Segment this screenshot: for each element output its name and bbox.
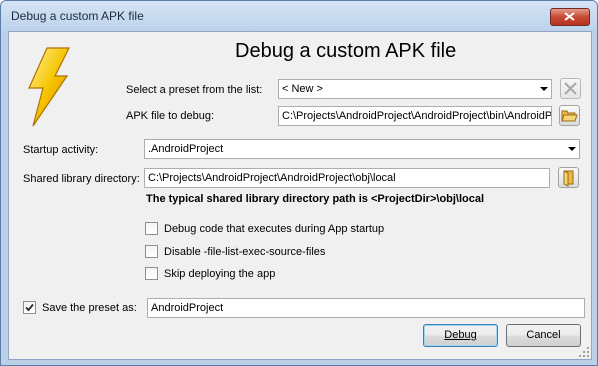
startup-activity-label: Startup activity: bbox=[23, 144, 99, 156]
save-preset-checkbox[interactable] bbox=[23, 301, 36, 314]
resize-grip-icon[interactable] bbox=[579, 347, 589, 357]
debug-startup-label: Debug code that executes during App star… bbox=[164, 223, 385, 235]
close-icon bbox=[564, 12, 575, 21]
delete-preset-button[interactable] bbox=[560, 78, 581, 99]
page-title: Debug a custom APK file bbox=[235, 40, 457, 62]
cancel-button-label: Cancel bbox=[526, 329, 561, 341]
apk-label: APK file to debug: bbox=[126, 110, 215, 122]
preset-select[interactable]: < New > bbox=[278, 79, 552, 99]
shared-library-input[interactable]: C:\Projects\AndroidProject\AndroidProjec… bbox=[144, 168, 550, 188]
browse-library-button[interactable] bbox=[558, 167, 579, 188]
chevron-down-icon bbox=[568, 147, 576, 151]
preset-name-value: AndroidProject bbox=[151, 302, 224, 314]
browse-apk-button[interactable] bbox=[559, 105, 580, 126]
delete-icon bbox=[564, 82, 577, 95]
chevron-down-icon bbox=[540, 87, 548, 91]
startup-activity-value: .AndroidProject bbox=[148, 143, 224, 155]
cancel-button[interactable]: Cancel bbox=[506, 324, 581, 347]
apk-path-input[interactable]: C:\Projects\AndroidProject\AndroidProjec… bbox=[278, 106, 552, 126]
skip-deploy-checkbox[interactable] bbox=[145, 267, 158, 280]
shared-library-label: Shared library directory: bbox=[23, 173, 140, 185]
checkmark-icon bbox=[25, 303, 34, 312]
dialog-window: Debug a custom APK file Debug a custom A… bbox=[0, 0, 598, 366]
lightning-bolt-icon bbox=[28, 47, 70, 127]
title-bar[interactable]: Debug a custom APK file bbox=[1, 1, 597, 31]
dialog-body: Debug a custom APK file Select a preset … bbox=[8, 31, 592, 360]
preset-value: < New > bbox=[282, 83, 323, 95]
open-folder-icon bbox=[561, 110, 578, 122]
disable-file-list-checkbox[interactable] bbox=[145, 245, 158, 258]
save-preset-label: Save the preset as: bbox=[42, 302, 137, 314]
startup-activity-select[interactable]: .AndroidProject bbox=[144, 139, 580, 159]
debug-button-label: Debug bbox=[444, 329, 477, 341]
disable-file-list-label: Disable -file-list-exec-source-files bbox=[164, 246, 326, 258]
skip-deploy-label: Skip deploying the app bbox=[164, 268, 276, 280]
debug-button[interactable]: Debug bbox=[423, 324, 498, 347]
preset-name-input[interactable]: AndroidProject bbox=[147, 298, 585, 318]
shared-library-hint: The typical shared library directory pat… bbox=[146, 193, 485, 205]
close-button[interactable] bbox=[550, 8, 590, 26]
folder-icon bbox=[563, 170, 574, 187]
shared-library-value: C:\Projects\AndroidProject\AndroidProjec… bbox=[148, 172, 396, 184]
debug-startup-checkbox[interactable] bbox=[145, 222, 158, 235]
window-title: Debug a custom APK file bbox=[11, 9, 144, 23]
preset-label: Select a preset from the list: bbox=[126, 84, 263, 96]
apk-path-value: C:\Projects\AndroidProject\AndroidProjec… bbox=[282, 110, 552, 122]
